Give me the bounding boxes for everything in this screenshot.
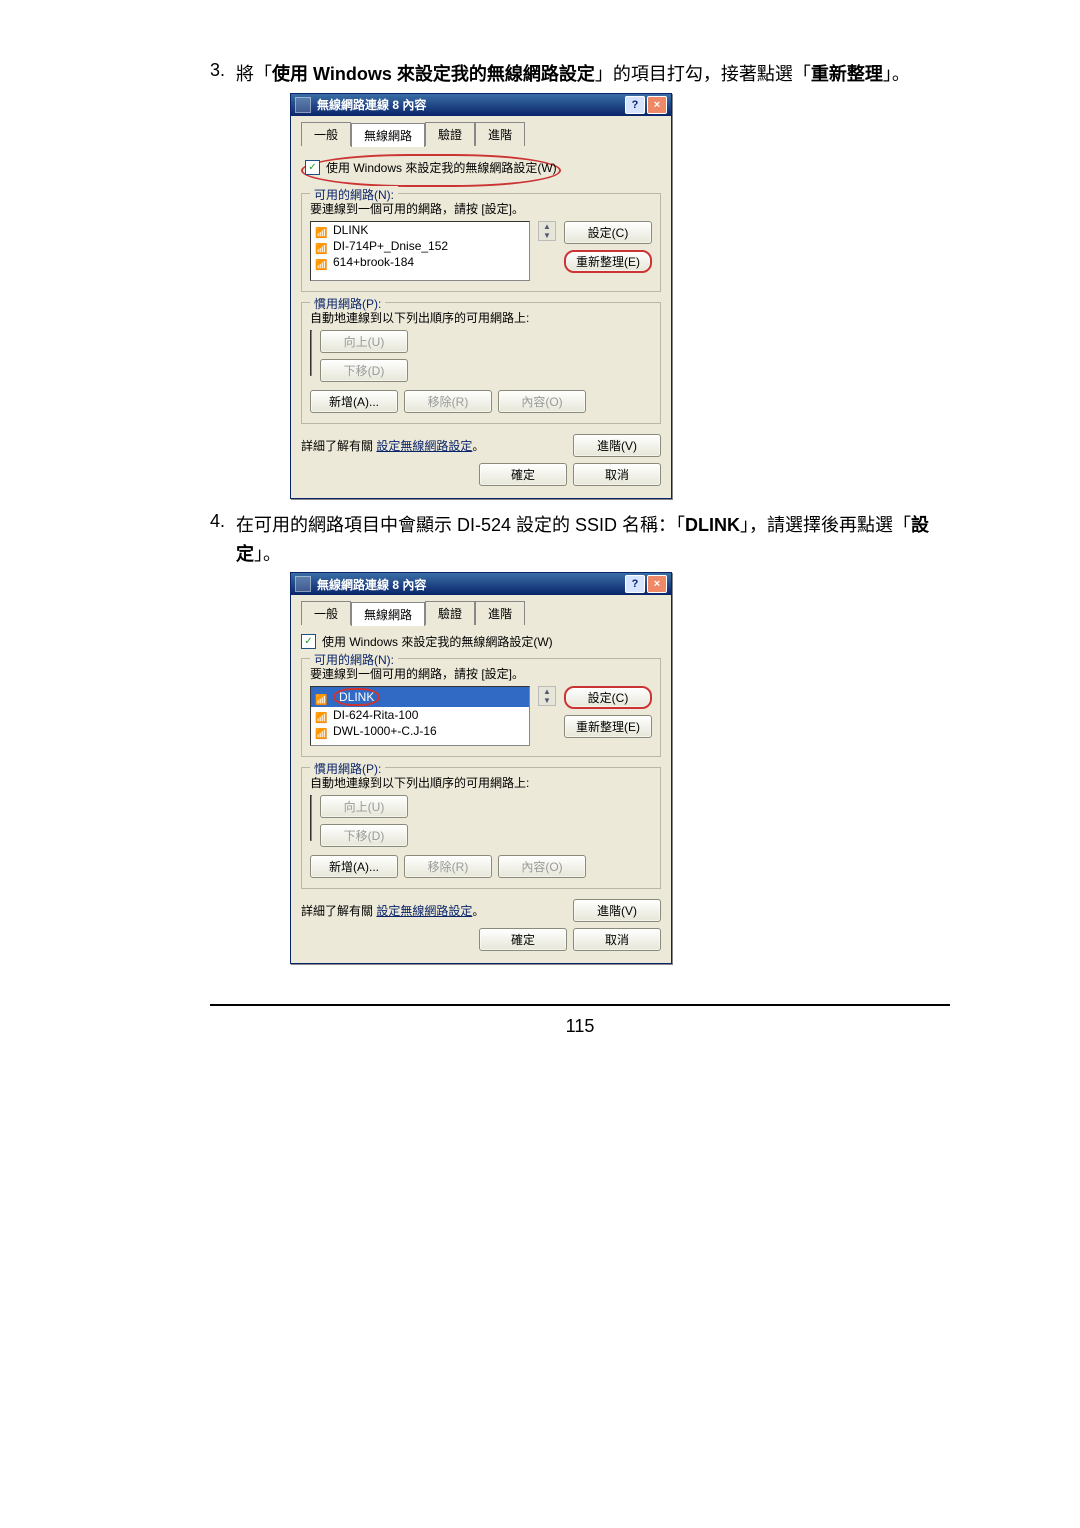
signal-icon bbox=[315, 225, 327, 235]
scroll-up-icon[interactable]: ▲ bbox=[543, 687, 551, 696]
close-button[interactable]: × bbox=[647, 575, 667, 593]
group-preferred-title: 慣用網路(P): bbox=[310, 760, 385, 777]
tab-general[interactable]: 一般 bbox=[301, 122, 351, 146]
scrollbar[interactable]: ▲▼ bbox=[538, 221, 556, 241]
move-up-button: 向上(U) bbox=[320, 330, 408, 353]
configure-button[interactable]: 設定(C) bbox=[564, 221, 652, 244]
learn-more-text: 詳細了解有關 設定無線網路設定。 bbox=[301, 902, 567, 919]
group-available: 可用的網路(N): 要連線到一個可用的網路，請按 [設定]。 DLINK DI-… bbox=[301, 193, 661, 292]
window-icon bbox=[295, 576, 311, 592]
move-up-button: 向上(U) bbox=[320, 795, 408, 818]
group-preferred: 慣用網路(P): 自動地連線到以下列出順序的可用網路上: 向上(U) 下移(D)… bbox=[301, 767, 661, 889]
network-item[interactable]: DI-624-Rita-100 bbox=[333, 708, 418, 722]
step-3-post: 」。 bbox=[883, 64, 910, 84]
network-item[interactable]: DI-714P+_Dnise_152 bbox=[333, 239, 448, 253]
properties-button: 內容(O) bbox=[498, 390, 586, 413]
network-item[interactable]: DWL-1000+-C.J-16 bbox=[333, 724, 437, 738]
step-4-mid: 」，請選擇後再點選「 bbox=[740, 515, 911, 535]
window-title: 無線網路連線 8 內容 bbox=[317, 96, 623, 113]
cancel-button[interactable]: 取消 bbox=[573, 463, 661, 486]
scroll-up-icon[interactable]: ▲ bbox=[543, 222, 551, 231]
titlebar[interactable]: 無線網路連線 8 內容 ? × bbox=[291, 94, 671, 116]
dialog-wireless-1: 無線網路連線 8 內容 ? × 一般 無線網路 驗證 進階 ✓ 使用 Windo… bbox=[290, 93, 672, 499]
network-item-selected[interactable]: DLINK bbox=[311, 687, 529, 707]
advanced-button[interactable]: 進階(V) bbox=[573, 899, 661, 922]
scroll-down-icon[interactable]: ▼ bbox=[543, 231, 551, 240]
signal-icon bbox=[315, 257, 327, 267]
help-button[interactable]: ? bbox=[625, 575, 645, 593]
use-windows-label: 使用 Windows 來設定我的無線網路設定(W) bbox=[322, 633, 553, 650]
refresh-button[interactable]: 重新整理(E) bbox=[564, 715, 652, 738]
tab-auth[interactable]: 驗證 bbox=[425, 122, 475, 146]
tab-advanced[interactable]: 進階 bbox=[475, 601, 525, 625]
tabstrip: 一般 無線網路 驗證 進階 bbox=[301, 601, 661, 625]
step-4: 4. 在可用的網路項目中會顯示 DI-524 設定的 SSID 名稱：「DLIN… bbox=[210, 511, 950, 569]
signal-icon bbox=[315, 241, 327, 251]
preferred-networks-list[interactable] bbox=[310, 795, 312, 841]
step-3: 3. 將「使用 Windows 來設定我的無線網路設定」的項目打勾，接著點選「重… bbox=[210, 60, 950, 89]
signal-icon bbox=[315, 692, 327, 702]
configure-button[interactable]: 設定(C) bbox=[564, 686, 652, 709]
tab-wireless[interactable]: 無線網路 bbox=[351, 123, 425, 147]
ok-button[interactable]: 確定 bbox=[479, 463, 567, 486]
refresh-button[interactable]: 重新整理(E) bbox=[564, 250, 652, 273]
preferred-networks-list[interactable] bbox=[310, 330, 312, 376]
use-windows-checkbox[interactable]: ✓ bbox=[305, 160, 320, 175]
move-down-button: 下移(D) bbox=[320, 359, 408, 382]
tab-general[interactable]: 一般 bbox=[301, 601, 351, 625]
learn-more-link[interactable]: 設定無線網路設定 bbox=[376, 439, 472, 453]
tab-advanced[interactable]: 進階 bbox=[475, 122, 525, 146]
available-networks-list[interactable]: DLINK DI-624-Rita-100 DWL-1000+-C.J-16 bbox=[310, 686, 530, 746]
use-windows-checkbox[interactable]: ✓ bbox=[301, 634, 316, 649]
step-4-post: 」。 bbox=[254, 544, 281, 564]
step-3-mid: 」的項目打勾，接著點選「 bbox=[595, 64, 811, 84]
close-button[interactable]: × bbox=[647, 96, 667, 114]
highlight-use-windows: ✓ 使用 Windows 來設定我的無線網路設定(W) bbox=[301, 154, 561, 187]
learn-more-link[interactable]: 設定無線網路設定 bbox=[376, 904, 472, 918]
group-preferred-title: 慣用網路(P): bbox=[310, 295, 385, 312]
group-preferred: 慣用網路(P): 自動地連線到以下列出順序的可用網路上: 向上(U) 下移(D)… bbox=[301, 302, 661, 424]
scrollbar[interactable]: ▲▼ bbox=[538, 686, 556, 706]
group-available: 可用的網路(N): 要連線到一個可用的網路，請按 [設定]。 DLINK DI-… bbox=[301, 658, 661, 757]
tab-auth[interactable]: 驗證 bbox=[425, 601, 475, 625]
learn-more-text: 詳細了解有關 設定無線網路設定。 bbox=[301, 437, 567, 454]
step-3-bold: 使用 Windows 來設定我的無線網路設定 bbox=[272, 64, 595, 84]
highlight-dlink: DLINK bbox=[333, 688, 380, 706]
step-4-text: 在可用的網路項目中會顯示 DI-524 設定的 SSID 名稱：「DLINK」，… bbox=[236, 511, 950, 569]
signal-icon bbox=[315, 726, 327, 736]
properties-button: 內容(O) bbox=[498, 855, 586, 878]
cancel-button[interactable]: 取消 bbox=[573, 928, 661, 951]
move-down-button: 下移(D) bbox=[320, 824, 408, 847]
page-rule bbox=[210, 1004, 950, 1006]
available-networks-list[interactable]: DLINK DI-714P+_Dnise_152 614+brook-184 bbox=[310, 221, 530, 281]
network-item[interactable]: DLINK bbox=[333, 223, 368, 237]
signal-icon bbox=[315, 710, 327, 720]
network-item[interactable]: 614+brook-184 bbox=[333, 255, 414, 269]
titlebar[interactable]: 無線網路連線 8 內容 ? × bbox=[291, 573, 671, 595]
group-available-title: 可用的網路(N): bbox=[310, 651, 398, 668]
scroll-down-icon[interactable]: ▼ bbox=[543, 696, 551, 705]
step-3-number: 3. bbox=[210, 60, 236, 89]
help-button[interactable]: ? bbox=[625, 96, 645, 114]
step-3-pre: 將「 bbox=[236, 64, 272, 84]
use-windows-label: 使用 Windows 來設定我的無線網路設定(W) bbox=[326, 159, 557, 176]
step-3-text: 將「使用 Windows 來設定我的無線網路設定」的項目打勾，接著點選「重新整理… bbox=[236, 60, 950, 89]
remove-button: 移除(R) bbox=[404, 390, 492, 413]
step-4-bold: DLINK bbox=[685, 515, 740, 535]
tabstrip: 一般 無線網路 驗證 進階 bbox=[301, 122, 661, 146]
advanced-button[interactable]: 進階(V) bbox=[573, 434, 661, 457]
group-available-title: 可用的網路(N): bbox=[310, 186, 398, 203]
step-4-number: 4. bbox=[210, 511, 236, 569]
tab-wireless[interactable]: 無線網路 bbox=[351, 602, 425, 626]
ok-button[interactable]: 確定 bbox=[479, 928, 567, 951]
dialog-wireless-2: 無線網路連線 8 內容 ? × 一般 無線網路 驗證 進階 ✓ 使用 Windo… bbox=[290, 572, 672, 964]
step-3-bold2: 重新整理 bbox=[811, 64, 883, 84]
page-number: 115 bbox=[210, 1016, 950, 1037]
remove-button: 移除(R) bbox=[404, 855, 492, 878]
window-icon bbox=[295, 97, 311, 113]
add-button[interactable]: 新增(A)... bbox=[310, 855, 398, 878]
step-4-pre: 在可用的網路項目中會顯示 DI-524 設定的 SSID 名稱：「 bbox=[236, 515, 685, 535]
window-title: 無線網路連線 8 內容 bbox=[317, 576, 623, 593]
add-button[interactable]: 新增(A)... bbox=[310, 390, 398, 413]
